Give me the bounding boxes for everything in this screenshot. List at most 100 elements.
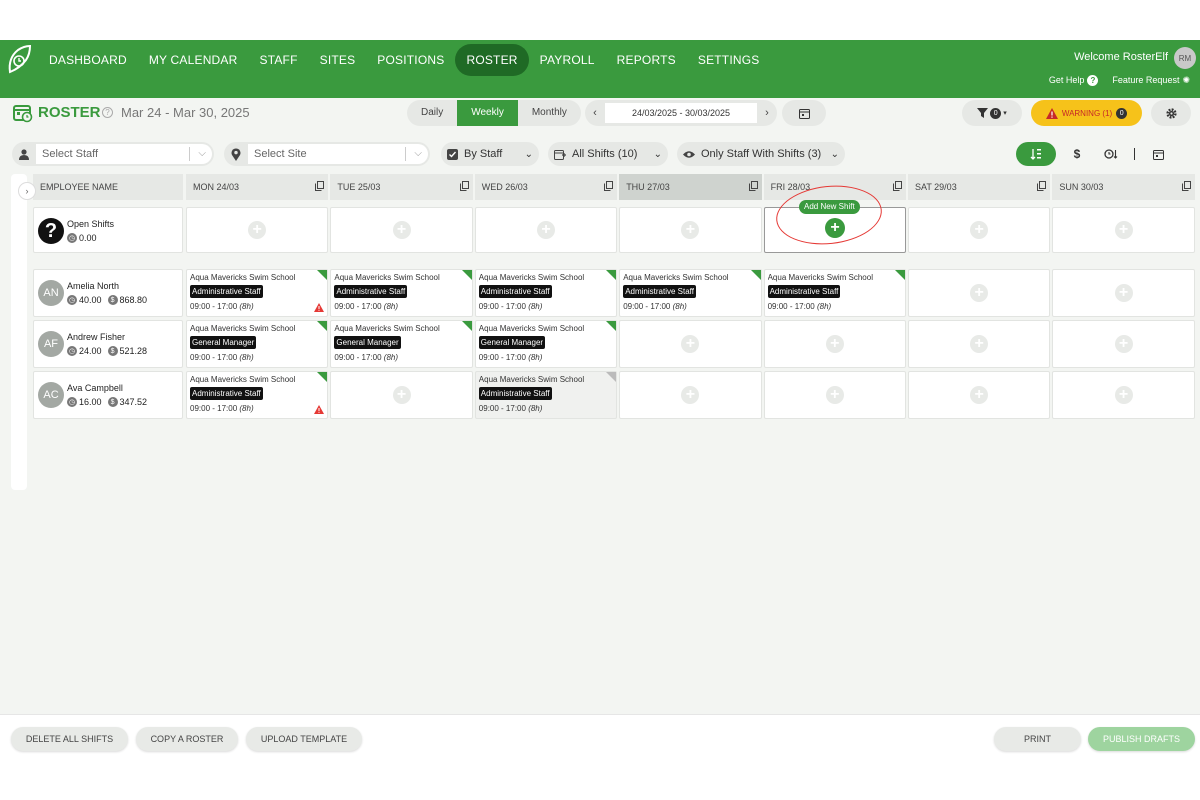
calendar-button[interactable] bbox=[782, 100, 826, 126]
shift-card[interactable]: Aqua Mavericks Swim School Administrativ… bbox=[331, 270, 471, 311]
copy-day-icon[interactable] bbox=[1037, 181, 1047, 191]
open-shift-cell[interactable]: + bbox=[330, 207, 473, 253]
shift-card[interactable]: Aqua Mavericks Swim School General Manag… bbox=[187, 321, 327, 362]
open-shift-cell[interactable]: + bbox=[1052, 207, 1195, 253]
copy-day-icon[interactable] bbox=[892, 181, 902, 191]
nav-item-positions[interactable]: POSITIONS bbox=[366, 44, 455, 76]
add-shift-plus-icon[interactable]: + bbox=[825, 386, 844, 404]
shift-card[interactable]: Aqua Mavericks Swim School Administrativ… bbox=[765, 270, 905, 311]
shift-card[interactable]: Aqua Mavericks Swim School Administrativ… bbox=[476, 270, 616, 311]
calendar-view-button[interactable] bbox=[1141, 142, 1175, 166]
shift-cell[interactable]: Aqua Mavericks Swim School Administrativ… bbox=[186, 371, 329, 419]
empty-shift-cell[interactable]: + bbox=[908, 371, 1051, 419]
add-shift-plus-icon[interactable]: + bbox=[970, 335, 989, 353]
nav-item-payroll[interactable]: PAYROLL bbox=[529, 44, 606, 76]
shift-cell[interactable]: Aqua Mavericks Swim School General Manag… bbox=[474, 320, 618, 368]
shift-cell[interactable]: Aqua Mavericks Swim School General Manag… bbox=[186, 320, 329, 368]
settings-button[interactable] bbox=[1151, 100, 1191, 126]
nav-item-sites[interactable]: SITES bbox=[309, 44, 367, 76]
publish-drafts-button[interactable]: PUBLISH DRAFTS bbox=[1088, 727, 1195, 751]
shift-card[interactable]: Aqua Mavericks Swim School Administrativ… bbox=[187, 270, 327, 311]
shift-card[interactable]: Aqua Mavericks Swim School Administrativ… bbox=[476, 372, 616, 413]
add-shift-plus-icon[interactable]: + bbox=[825, 335, 844, 353]
nav-item-dashboard[interactable]: DASHBOARD bbox=[38, 44, 138, 76]
shift-type-dropdown[interactable]: All Shifts (10) ⌄ bbox=[548, 142, 668, 166]
rosterelf-logo-icon[interactable] bbox=[6, 44, 32, 74]
hours-sort-button[interactable] bbox=[1094, 142, 1128, 166]
open-shift-cell[interactable]: + bbox=[908, 207, 1051, 253]
open-shift-cell[interactable]: + bbox=[619, 207, 762, 253]
shift-cell[interactable]: Aqua Mavericks Swim School Administrativ… bbox=[186, 269, 329, 317]
view-monthly[interactable]: Monthly bbox=[518, 100, 581, 126]
prev-week-chevron-icon[interactable]: ‹ bbox=[585, 100, 605, 126]
empty-shift-cell[interactable]: + bbox=[330, 371, 473, 419]
employee-row-header[interactable]: AF Andrew Fisher ◷ 24.00 $521.28 bbox=[33, 320, 183, 368]
expand-sidebar-chevron-icon[interactable]: › bbox=[18, 182, 36, 200]
user-avatar[interactable]: RM bbox=[1174, 47, 1196, 69]
copy-day-icon[interactable] bbox=[1181, 181, 1191, 191]
upload-template-button[interactable]: UPLOAD TEMPLATE bbox=[246, 727, 362, 751]
nav-item-reports[interactable]: REPORTS bbox=[606, 44, 687, 76]
empty-shift-cell[interactable]: + bbox=[619, 320, 762, 368]
empty-shift-cell[interactable]: + bbox=[763, 320, 906, 368]
empty-shift-cell[interactable]: + bbox=[1052, 269, 1195, 317]
shift-cell[interactable]: Aqua Mavericks Swim School Administrativ… bbox=[619, 269, 762, 317]
nav-item-staff[interactable]: STAFF bbox=[249, 44, 309, 76]
next-week-chevron-icon[interactable]: › bbox=[757, 100, 777, 126]
shift-card[interactable]: Aqua Mavericks Swim School Administrativ… bbox=[620, 270, 760, 311]
shift-card[interactable]: Aqua Mavericks Swim School General Manag… bbox=[476, 321, 616, 362]
sort-button[interactable] bbox=[1016, 142, 1056, 166]
select-site-dropdown[interactable]: Select Site ⌵ bbox=[224, 142, 430, 166]
visibility-dropdown[interactable]: Only Staff With Shifts (3) ⌄ bbox=[677, 142, 845, 166]
shift-warning-icon[interactable] bbox=[314, 405, 325, 414]
add-shift-plus-icon[interactable]: + bbox=[970, 284, 989, 302]
add-shift-plus-icon[interactable]: + bbox=[1114, 221, 1133, 239]
select-staff-dropdown[interactable]: Select Staff ⌵ bbox=[12, 142, 214, 166]
add-shift-plus-icon[interactable]: + bbox=[248, 221, 267, 239]
open-shift-cell[interactable]: + bbox=[474, 207, 618, 253]
shift-card[interactable]: Aqua Mavericks Swim School General Manag… bbox=[331, 321, 471, 362]
empty-shift-cell[interactable]: + bbox=[763, 371, 906, 419]
add-shift-plus-icon[interactable]: + bbox=[681, 221, 700, 239]
group-by-dropdown[interactable]: By Staff ⌄ bbox=[441, 142, 539, 166]
roster-help-icon[interactable]: ? bbox=[102, 107, 113, 118]
add-shift-plus-icon[interactable]: + bbox=[1114, 386, 1133, 404]
warning-button[interactable]: WARNING (1) 0 bbox=[1031, 100, 1142, 126]
copy-day-icon[interactable] bbox=[315, 181, 325, 191]
nav-item-roster[interactable]: ROSTER bbox=[455, 44, 529, 76]
empty-shift-cell[interactable]: + bbox=[1052, 371, 1195, 419]
add-shift-plus-icon[interactable]: + bbox=[681, 335, 700, 353]
add-shift-plus-icon[interactable]: + bbox=[970, 221, 989, 239]
employee-row-header[interactable]: AC Ava Campbell ◷ 16.00 $347.52 bbox=[33, 371, 183, 419]
feature-request-link[interactable]: Feature Request ✺ bbox=[1112, 75, 1190, 86]
add-shift-plus-icon[interactable]: + bbox=[1114, 335, 1133, 353]
copy-day-icon[interactable] bbox=[604, 181, 614, 191]
employee-row-header[interactable]: AN Amelia North ◷ 40.00 $868.80 bbox=[33, 269, 183, 317]
employee-name-header[interactable]: EMPLOYEE NAME bbox=[33, 174, 183, 200]
shift-warning-icon[interactable] bbox=[314, 303, 325, 312]
add-shift-plus-icon[interactable]: + bbox=[681, 386, 700, 404]
empty-shift-cell[interactable]: + bbox=[908, 269, 1051, 317]
filter-button[interactable]: 0 ▾ bbox=[962, 100, 1022, 126]
cost-button[interactable]: $ bbox=[1060, 142, 1094, 166]
shift-cell[interactable]: Aqua Mavericks Swim School Administrativ… bbox=[763, 269, 906, 317]
shift-cell[interactable]: Aqua Mavericks Swim School General Manag… bbox=[330, 320, 473, 368]
add-shift-plus-icon[interactable]: + bbox=[392, 386, 411, 404]
print-button[interactable]: PRINT bbox=[994, 727, 1081, 751]
get-help-link[interactable]: Get Help? bbox=[1049, 75, 1099, 86]
open-shift-cell[interactable]: + bbox=[186, 207, 329, 253]
view-weekly[interactable]: Weekly bbox=[457, 100, 518, 126]
nav-item-settings[interactable]: SETTINGS bbox=[687, 44, 771, 76]
add-shift-plus-icon[interactable]: + bbox=[970, 386, 989, 404]
view-daily[interactable]: Daily bbox=[407, 100, 457, 126]
shift-cell[interactable]: Aqua Mavericks Swim School Administrativ… bbox=[474, 371, 618, 419]
empty-shift-cell[interactable]: + bbox=[1052, 320, 1195, 368]
shift-cell[interactable]: Aqua Mavericks Swim School Administrativ… bbox=[474, 269, 618, 317]
nav-item-my-calendar[interactable]: MY CALENDAR bbox=[138, 44, 249, 76]
empty-shift-cell[interactable]: + bbox=[908, 320, 1051, 368]
add-shift-plus-icon[interactable]: + bbox=[536, 221, 555, 239]
shift-card[interactable]: Aqua Mavericks Swim School Administrativ… bbox=[187, 372, 327, 413]
copy-roster-button[interactable]: COPY A ROSTER bbox=[136, 727, 238, 751]
delete-all-shifts-button[interactable]: DELETE ALL SHIFTS bbox=[11, 727, 128, 751]
empty-shift-cell[interactable]: + bbox=[619, 371, 762, 419]
